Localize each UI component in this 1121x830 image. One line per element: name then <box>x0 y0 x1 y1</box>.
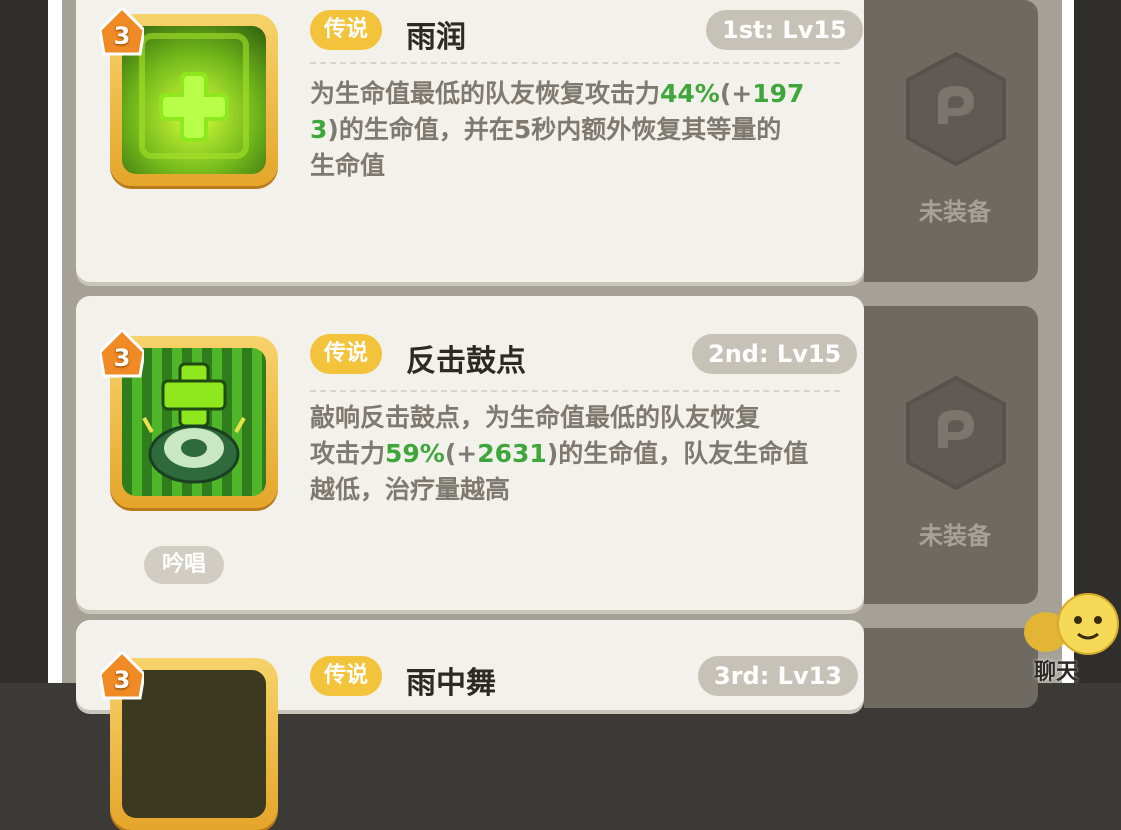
rarity-badge: 传说 <box>310 656 383 696</box>
skill-description: 敲响反击鼓点，为生命值最低的队友恢复 攻击力59%(+2631)的生命值，队友生命… <box>310 403 809 504</box>
rank-badge-number: 3 <box>113 344 131 372</box>
skill-name: 雨润 <box>406 20 466 55</box>
background-left <box>0 0 48 683</box>
rank-badge-number: 3 <box>113 22 131 50</box>
rarity-badge: 传说 <box>310 334 383 374</box>
equip-status-label: 未装备 <box>919 522 991 550</box>
equip-status-label: 未装备 <box>919 198 991 226</box>
background-right <box>1073 0 1121 683</box>
skill-name: 雨中舞 <box>406 666 496 701</box>
rank-badge-1: 3 <box>100 8 144 60</box>
unequipped-slot-icon <box>906 375 1006 491</box>
skill-description: 为生命值最低的队友恢复攻击力44%(+197 3)的生命值，并在5秒内额外恢复其等… <box>310 79 805 180</box>
rank-badge-number: 3 <box>113 666 131 694</box>
divider <box>310 390 840 392</box>
skill-name: 反击鼓点 <box>406 344 526 379</box>
rank-badge-2: 3 <box>100 330 144 382</box>
chat-label[interactable]: 聊天 <box>1034 654 1078 686</box>
skill-level-badge: 2nd: Lv15 <box>692 334 858 374</box>
rank-badge-3: 3 <box>100 652 144 704</box>
skill-level-badge: 1st: Lv15 <box>706 10 863 50</box>
skill-tag: 吟唱 <box>144 546 225 584</box>
divider <box>310 62 840 64</box>
rarity-badge: 传说 <box>310 10 383 50</box>
equip-slot-3[interactable] <box>864 628 1038 708</box>
skill-level-badge: 3rd: Lv13 <box>698 656 859 696</box>
unequipped-slot-icon <box>906 51 1006 167</box>
